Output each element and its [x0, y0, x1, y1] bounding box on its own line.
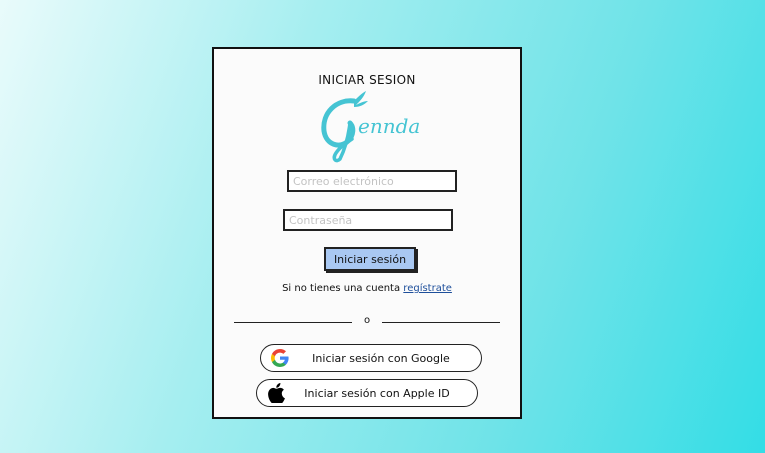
apple-icon: [265, 382, 287, 404]
divider-line-right: [382, 322, 500, 323]
register-link[interactable]: regístrate: [403, 283, 452, 294]
login-button[interactable]: Iniciar sesión: [324, 247, 416, 271]
apple-login-button[interactable]: Iniciar sesión con Apple ID: [256, 379, 478, 407]
divider-text: o: [363, 315, 371, 326]
register-prompt: Si no tienes una cuenta regístrate: [214, 283, 520, 294]
google-button-label: Iniciar sesión con Google: [312, 351, 450, 365]
email-field[interactable]: [287, 170, 457, 192]
google-icon: [269, 347, 291, 369]
gennda-logo: ennda: [321, 91, 420, 163]
or-divider: o: [234, 315, 500, 329]
password-field[interactable]: [283, 209, 453, 231]
page-title: INICIAR SESION: [318, 73, 416, 87]
register-prompt-text: Si no tienes una cuenta: [282, 283, 401, 294]
google-login-button[interactable]: Iniciar sesión con Google: [260, 344, 482, 372]
svg-text:ennda: ennda: [358, 114, 420, 138]
apple-button-label: Iniciar sesión con Apple ID: [304, 386, 450, 400]
login-card: INICIAR SESION ennda Iniciar sesión Si n…: [212, 47, 522, 419]
